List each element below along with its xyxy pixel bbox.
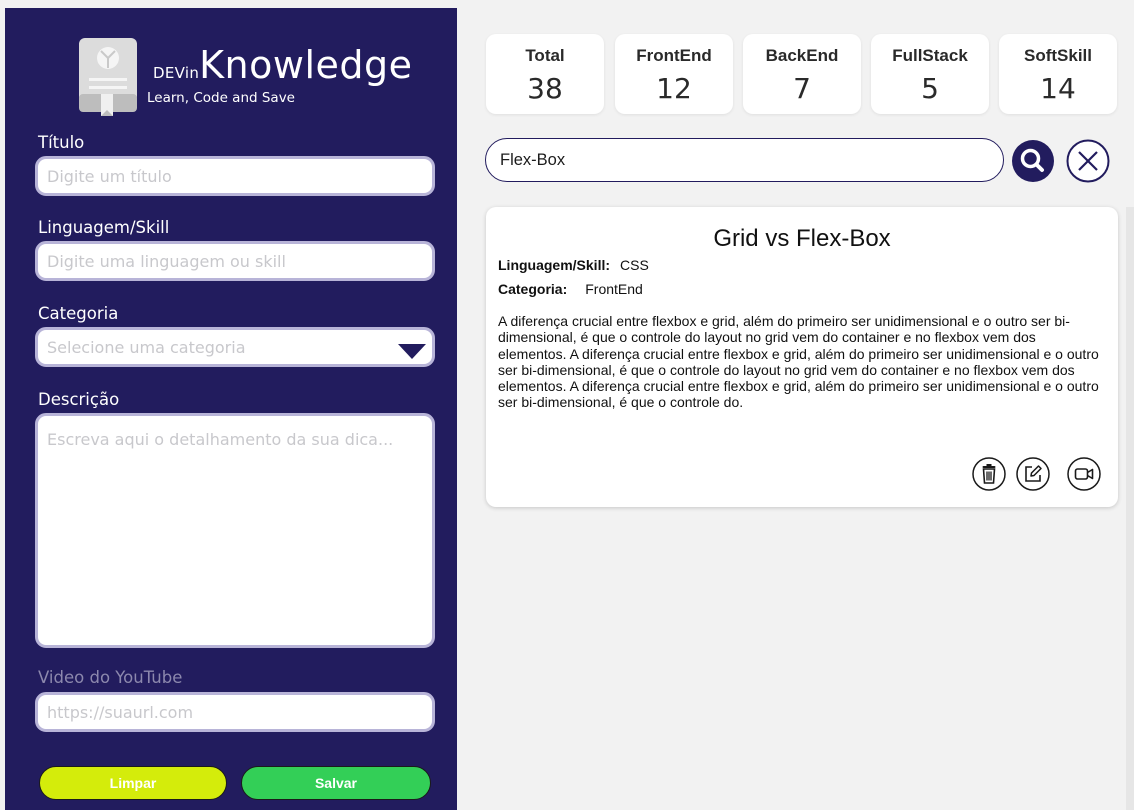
clear-button[interactable]: Limpar [39, 766, 227, 800]
stat-label: FrontEnd [636, 46, 712, 65]
description-textarea[interactable] [35, 413, 435, 648]
brand-name: Knowledge [199, 43, 413, 87]
category-label: Categoria [38, 304, 119, 323]
book-icon [79, 38, 137, 116]
stat-label: SoftSkill [1023, 46, 1092, 65]
card-skill-label: Linguagem/Skill: [498, 257, 611, 273]
card-category-label: Categoria: [498, 281, 568, 297]
scrollbar[interactable] [1126, 207, 1134, 810]
card-skill-row: Linguagem/Skill: CSS [498, 257, 649, 273]
app-root: DEVinKnowledge Learn, Code and Save Títu… [0, 0, 1134, 810]
brand-prefix: DEVin [153, 64, 200, 82]
brand-text: DEVinKnowledge [153, 46, 413, 84]
sidebar-form: DEVinKnowledge Learn, Code and Save Títu… [5, 8, 457, 810]
video-label: Video do YouTube [38, 668, 183, 687]
card-title: Grid vs Flex-Box [713, 225, 891, 252]
card-skill-value: CSS [620, 257, 649, 273]
video-icon[interactable] [1067, 457, 1101, 491]
stat-label: Total [525, 46, 565, 65]
skill-input[interactable] [35, 241, 435, 281]
stat-value: 14 [1040, 72, 1076, 105]
search-input[interactable] [485, 138, 1004, 182]
stat-value: 7 [793, 72, 811, 105]
stat-softskill: SoftSkill 14 [999, 34, 1117, 114]
tip-card: Grid vs Flex-Box Linguagem/Skill: CSS Cat… [486, 207, 1118, 507]
caret-down-icon[interactable] [398, 344, 426, 359]
brand-logo: DEVinKnowledge Learn, Code and Save [77, 36, 417, 122]
stat-value: 38 [527, 72, 563, 105]
save-button[interactable]: Salvar [241, 766, 431, 800]
video-url-input[interactable] [35, 692, 435, 732]
category-select[interactable] [35, 327, 435, 367]
title-label: Título [38, 133, 85, 152]
close-icon[interactable] [1066, 139, 1110, 183]
stat-value: 12 [656, 72, 692, 105]
description-label: Descrição [38, 390, 120, 409]
trash-icon[interactable] [972, 457, 1006, 491]
search-icon[interactable] [1011, 139, 1055, 183]
edit-icon[interactable] [1016, 457, 1050, 491]
card-description: A diferença crucial entre flexbox e grid… [498, 313, 1099, 411]
stat-frontend: FrontEnd 12 [615, 34, 733, 114]
stat-value: 5 [921, 72, 939, 105]
card-category-row: Categoria: FrontEnd [498, 281, 643, 297]
brand-tagline: Learn, Code and Save [147, 90, 295, 106]
title-input[interactable] [35, 156, 435, 196]
stat-fullstack: FullStack 5 [871, 34, 989, 114]
stat-label: FullStack [892, 46, 968, 65]
stat-backend: BackEnd 7 [743, 34, 861, 114]
card-category-value: FrontEnd [585, 281, 643, 297]
stat-label: BackEnd [765, 46, 839, 65]
skill-label: Linguagem/Skill [38, 218, 170, 237]
stat-total: Total 38 [486, 34, 604, 114]
